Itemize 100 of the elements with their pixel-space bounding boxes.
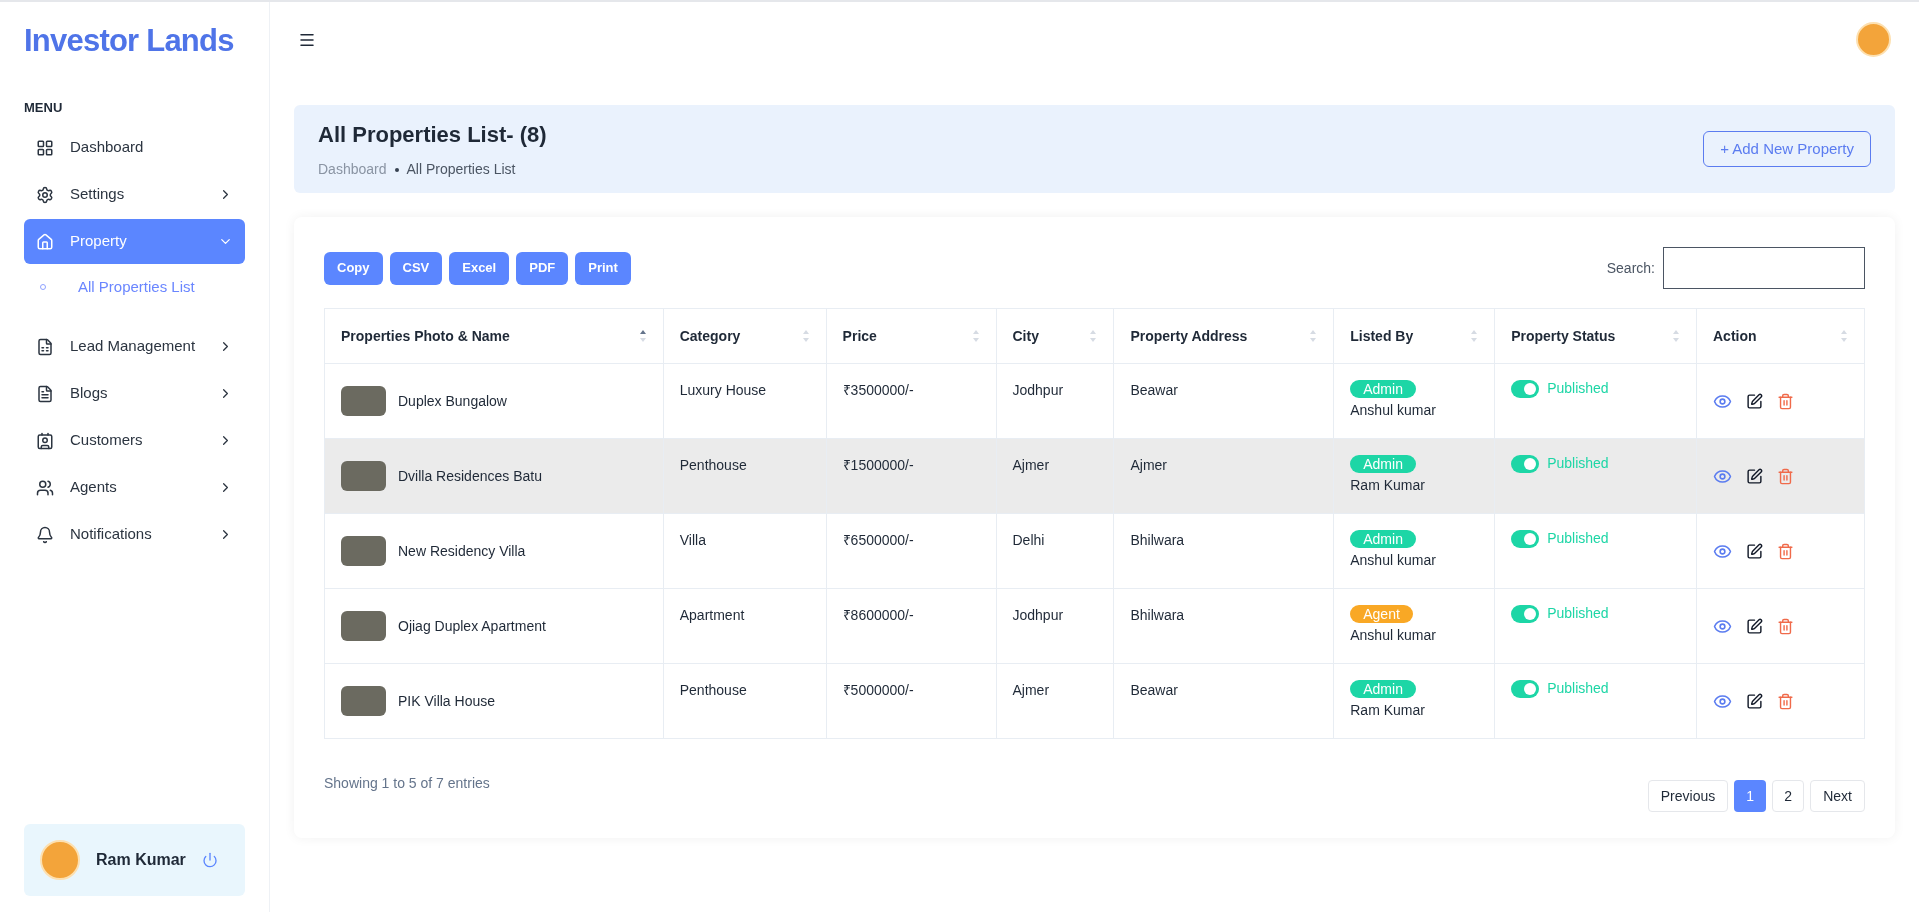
table-row[interactable]: New Residency Villa Villa ₹6500000/- Delhi Bhilwara Admin Anshul kumar Published — [324, 513, 1865, 589]
avatar — [40, 840, 80, 880]
column-header[interactable]: Action — [1696, 308, 1865, 364]
property-name: PIK Villa House — [398, 691, 495, 711]
photo-placeholder — [341, 686, 386, 716]
property-name: Dvilla Residences Batu — [398, 466, 542, 486]
delete-icon[interactable] — [1777, 542, 1794, 560]
status-toggle[interactable] — [1511, 679, 1540, 698]
column-header[interactable]: Property Address — [1113, 308, 1334, 364]
contact-book-icon — [36, 431, 54, 450]
role-badge: Agent — [1350, 605, 1413, 623]
table-cell: Apartment — [663, 588, 827, 664]
role-badge: Admin — [1350, 455, 1416, 473]
table-cell: Beawar — [1113, 663, 1334, 739]
avatar — [1856, 22, 1891, 57]
table-cell: Bhilwara — [1113, 588, 1334, 664]
column-header[interactable]: Properties Photo & Name — [324, 308, 664, 364]
lister-name: Ram Kumar — [1350, 476, 1425, 495]
role-badge: Admin — [1350, 680, 1416, 698]
status-toggle[interactable] — [1511, 529, 1540, 548]
property-name: New Residency Villa — [398, 541, 526, 561]
table-cell: Jodhpur — [996, 363, 1114, 439]
sidebar-item[interactable]: Lead Management — [24, 324, 245, 369]
search-label: Search: — [1606, 258, 1655, 278]
table-cell: Ajmer — [1113, 438, 1334, 514]
delete-icon[interactable] — [1777, 692, 1794, 710]
sidebar-item[interactable]: Blogs — [24, 371, 245, 416]
table-row[interactable]: Dvilla Residences Batu Penthouse ₹1500000/- Ajmer Ajmer Admin Ram Kumar Published — [324, 438, 1865, 514]
next-button[interactable]: Next — [1810, 780, 1865, 812]
column-header[interactable]: Listed By — [1333, 308, 1495, 364]
table-cell: Penthouse — [663, 438, 827, 514]
column-header[interactable]: Price — [826, 308, 996, 364]
lister-name: Ram Kumar — [1350, 701, 1425, 720]
table-cell: Jodhpur — [996, 588, 1114, 664]
page-button[interactable]: 2 — [1772, 780, 1805, 812]
role-badge: Admin — [1350, 380, 1416, 398]
property-name: Duplex Bungalow — [398, 391, 507, 411]
role-badge: Admin — [1350, 530, 1416, 548]
edit-icon[interactable] — [1746, 542, 1763, 560]
power-icon[interactable] — [201, 852, 218, 868]
property-name: Ojiag Duplex Apartment — [398, 616, 546, 636]
photo-placeholder — [341, 461, 386, 491]
document-icon — [36, 337, 54, 356]
table-row[interactable]: Duplex Bungalow Luxury House ₹3500000/- Jodhpur Beawar Admin Anshul kumar Published — [324, 363, 1865, 439]
column-header[interactable]: Property Status — [1494, 308, 1697, 364]
table-cell: Delhi — [996, 513, 1114, 589]
table-cell: Beawar — [1113, 363, 1334, 439]
lister-name: Anshul kumar — [1350, 626, 1436, 645]
lister-name: Anshul kumar — [1350, 551, 1436, 570]
user-name: Ram Kumar — [96, 850, 186, 870]
edit-icon[interactable] — [1746, 617, 1763, 635]
table-cell: Penthouse — [663, 663, 827, 739]
photo-placeholder — [341, 386, 386, 416]
search-field[interactable] — [1663, 247, 1865, 289]
table-cell: ₹6500000/- — [826, 513, 996, 589]
column-header[interactable]: City — [996, 308, 1114, 364]
table-row[interactable]: Ojiag Duplex Apartment Apartment ₹8600000/- Jodhpur Bhilwara Agent Anshul kumar Published — [324, 588, 1865, 664]
photo-placeholder — [341, 536, 386, 566]
lister-name: Anshul kumar — [1350, 401, 1436, 420]
sidebar-item[interactable]: Dashboard — [24, 125, 245, 170]
status-toggle[interactable] — [1511, 454, 1540, 473]
status-toggle[interactable] — [1511, 379, 1540, 398]
sidebar-item[interactable]: Agents — [24, 465, 245, 510]
table-cell: Ajmer — [996, 438, 1114, 514]
column-header[interactable]: Category — [663, 308, 827, 364]
house-icon — [36, 232, 54, 251]
edit-icon[interactable] — [1746, 692, 1763, 710]
photo-placeholder — [341, 611, 386, 641]
menu-heading: MENU — [24, 98, 64, 117]
edit-icon[interactable] — [1746, 392, 1763, 410]
table-cell: ₹5000000/- — [826, 663, 996, 739]
users-icon — [36, 478, 54, 497]
list-icon — [36, 384, 54, 403]
table-cell: Bhilwara — [1113, 513, 1334, 589]
table-cell: Luxury House — [663, 363, 827, 439]
edit-icon[interactable] — [1746, 467, 1763, 485]
delete-icon[interactable] — [1777, 467, 1794, 485]
breadcrumb-item: All Properties List — [406, 160, 516, 179]
status-label: Published — [1547, 454, 1609, 473]
table-cell: ₹8600000/- — [826, 588, 996, 664]
previous-button[interactable]: Previous — [1647, 780, 1729, 812]
table-cell: ₹3500000/- — [826, 363, 996, 439]
brand-logo[interactable]: Investor Lands — [24, 18, 245, 65]
status-label: Published — [1547, 679, 1609, 698]
status-toggle[interactable] — [1511, 604, 1540, 623]
table-row[interactable]: PIK Villa House Penthouse ₹5000000/- Ajmer Beawar Admin Ram Kumar Published — [324, 663, 1865, 739]
table-cell: ₹1500000/- — [826, 438, 996, 514]
sidebar-item[interactable]: Customers — [24, 418, 245, 463]
delete-icon[interactable] — [1777, 392, 1794, 410]
table-cell: Ajmer — [996, 663, 1114, 739]
entries-info: Showing 1 to 5 of 7 entries — [324, 774, 490, 793]
settings-icon — [36, 185, 54, 204]
sidebar-item[interactable]: Notifications — [24, 512, 245, 557]
status-label: Published — [1547, 529, 1609, 548]
grid-icon — [36, 138, 54, 157]
page-title: All Properties List- (8) — [318, 121, 547, 149]
status-label: Published — [1547, 604, 1609, 623]
bell-icon — [36, 525, 54, 544]
sidebar-item[interactable]: Settings — [24, 172, 245, 217]
delete-icon[interactable] — [1777, 617, 1794, 635]
